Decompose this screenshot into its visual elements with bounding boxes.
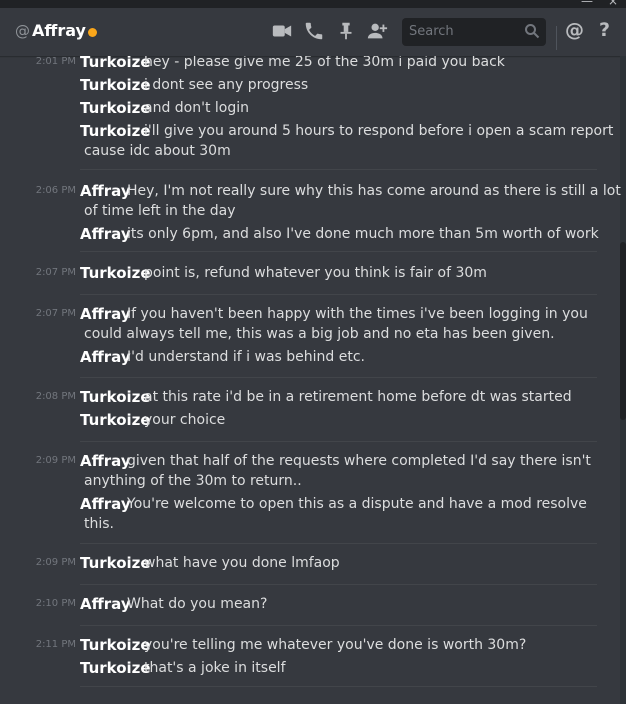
message-author[interactable]: Affray xyxy=(80,452,131,470)
video-icon[interactable] xyxy=(271,20,293,42)
status-idle-icon xyxy=(88,28,97,37)
message-text: you're telling me whatever you've done i… xyxy=(144,637,527,653)
message-timestamp: 2:01 PM xyxy=(35,56,76,67)
message-author[interactable]: Affray xyxy=(80,495,131,513)
help-icon[interactable]: ? xyxy=(599,19,610,41)
message-text-continued: could always tell me, this was a big job… xyxy=(84,326,555,342)
add-member-icon[interactable] xyxy=(366,20,388,42)
search-input[interactable]: Search xyxy=(402,18,546,46)
message-text-continued: cause idc about 30m xyxy=(84,143,231,159)
message-text: You're welcome to open this as a dispute… xyxy=(127,496,587,512)
message-author[interactable]: Turkoize xyxy=(80,76,151,94)
message-timestamp: 2:09 PM xyxy=(35,455,76,466)
message-text: hey - please give me 25 of the 30m i pai… xyxy=(144,56,505,70)
message-timestamp: 2:11 PM xyxy=(35,639,76,650)
message-timestamp: 2:07 PM xyxy=(35,267,76,278)
search-placeholder: Search xyxy=(409,24,454,39)
message-text: What do you mean? xyxy=(127,596,268,612)
message-author[interactable]: Turkoize xyxy=(80,411,151,429)
close-icon[interactable]: × xyxy=(608,0,618,8)
message-author[interactable]: Turkoize xyxy=(80,264,151,282)
message-author[interactable]: Turkoize xyxy=(80,554,151,572)
search-icon xyxy=(525,24,540,39)
header-divider xyxy=(556,26,557,50)
message-timestamp: 2:06 PM xyxy=(35,185,76,196)
message-list: 2:01 PM Turkoize hey - please give me 25 o… xyxy=(0,56,626,704)
message-text: If you haven't been happy with the times… xyxy=(127,306,588,322)
message-text: its only 6pm, and also I've done much mo… xyxy=(127,226,599,242)
pin-icon[interactable] xyxy=(335,20,357,42)
minimize-icon[interactable]: — xyxy=(581,0,593,8)
message-text-continued: anything of the 30m to return.. xyxy=(84,473,302,489)
phone-icon[interactable] xyxy=(303,20,325,42)
message-timestamp: 2:10 PM xyxy=(35,598,76,609)
message-timestamp: 2:07 PM xyxy=(35,308,76,319)
channel-header: @ Affray Search @ ? xyxy=(0,8,626,56)
message-author[interactable]: Affray xyxy=(80,595,131,613)
message-group-divider xyxy=(80,584,597,585)
message-text: at this rate i'd be in a retirement home… xyxy=(144,389,572,405)
message-text: Hey, I'm not really sure why this has co… xyxy=(127,183,621,199)
message-text: i'll give you around 5 hours to respond … xyxy=(144,123,614,139)
message-timestamp: 2:09 PM xyxy=(35,557,76,568)
message-timestamp: 2:08 PM xyxy=(35,391,76,402)
message-text: i dont see any progress xyxy=(144,77,309,93)
message-group-divider xyxy=(80,251,597,252)
message-author[interactable]: Turkoize xyxy=(80,56,151,71)
message-text: I'd understand if i was behind etc. xyxy=(127,349,365,365)
message-author[interactable]: Turkoize xyxy=(80,388,151,406)
mention-icon[interactable]: @ xyxy=(565,19,584,41)
message-group-divider xyxy=(80,377,597,378)
message-text: what have you done lmfaop xyxy=(144,555,340,571)
message-text: point is, refund whatever you think is f… xyxy=(144,265,487,281)
message-author[interactable]: Turkoize xyxy=(80,122,151,140)
message-author[interactable]: Turkoize xyxy=(80,99,151,117)
message-group-divider xyxy=(80,543,597,544)
message-text-continued: this. xyxy=(84,516,114,532)
message-group-divider xyxy=(80,686,597,687)
message-group-divider xyxy=(80,441,597,442)
message-text-continued: of time left in the day xyxy=(84,203,236,219)
message-group-divider xyxy=(80,294,597,295)
message-author[interactable]: Affray xyxy=(80,225,131,243)
window-top-strip: — × xyxy=(0,0,626,8)
page-title: Affray xyxy=(32,21,86,40)
message-author[interactable]: Affray xyxy=(80,348,131,366)
message-author[interactable]: Affray xyxy=(80,305,131,323)
message-text: and don't login xyxy=(144,100,250,116)
message-text: given that half of the requests where co… xyxy=(127,453,591,469)
at-icon: @ xyxy=(15,22,30,40)
message-text: that's a joke in itself xyxy=(144,660,286,676)
message-author[interactable]: Turkoize xyxy=(80,636,151,654)
message-author[interactable]: Turkoize xyxy=(80,659,151,677)
message-group-divider xyxy=(80,625,597,626)
message-text: your choice xyxy=(144,412,226,428)
message-group-divider xyxy=(80,169,597,170)
message-author[interactable]: Affray xyxy=(80,182,131,200)
